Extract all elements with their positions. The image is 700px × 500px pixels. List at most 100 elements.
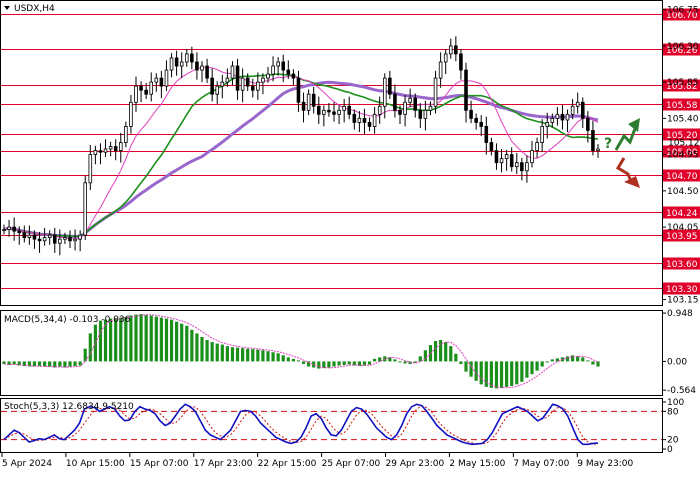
candle-body [134, 85, 138, 103]
candle-body [108, 146, 113, 150]
current-price-label: 105.12 [668, 139, 700, 149]
macd-tick-label: -0.564 [667, 386, 696, 396]
question-mark-icon: ? [604, 136, 612, 152]
macd-bar [296, 360, 301, 362]
stoch-tick-label: 80 [667, 407, 679, 417]
candle-body [489, 142, 494, 151]
level-label: 104.70 [666, 172, 698, 182]
macd-bar [134, 314, 138, 362]
macd-bar [378, 357, 382, 362]
candle-body [352, 113, 357, 123]
macd-bar [510, 361, 514, 386]
macd-bar [367, 361, 372, 365]
macd-bar [246, 348, 250, 362]
candle-body [535, 142, 539, 151]
candle-body [347, 105, 352, 115]
candle-body [367, 121, 372, 127]
macd-bar [225, 346, 229, 362]
macd-bar [215, 343, 219, 362]
candle-body [393, 93, 397, 111]
macd-bar [88, 333, 92, 362]
macd-bar [220, 344, 224, 362]
candle-body [42, 237, 47, 242]
candle-body [195, 61, 199, 71]
chart-title: USDX,H4 [14, 4, 55, 14]
macd-bar [286, 357, 290, 362]
macd-bar [73, 361, 77, 367]
stoch-tick-label: 0 [667, 445, 673, 455]
candle-body [586, 117, 590, 131]
candle-body [555, 113, 560, 119]
candle-body [200, 65, 204, 71]
price-tick-label: 106.30 [667, 42, 699, 52]
macd-bar [43, 361, 47, 367]
macd-bar [266, 351, 270, 362]
macd-bar [63, 361, 67, 368]
macd-bar [332, 361, 336, 367]
candle-body [27, 234, 32, 238]
candle-body [7, 226, 11, 230]
candle-body [245, 77, 250, 87]
candle-body [525, 162, 529, 172]
macd-bar [433, 341, 438, 362]
candle-body [433, 77, 438, 107]
macd-bar [169, 319, 174, 362]
candle-body [403, 101, 407, 115]
macd-bar [479, 361, 483, 385]
macd-bar [144, 315, 148, 362]
candle-body [78, 234, 82, 240]
candle-body [494, 150, 499, 164]
candle-body [2, 229, 6, 231]
macd-bar [347, 361, 351, 365]
candle-body [22, 232, 27, 238]
candle-body [220, 81, 225, 87]
level-label: 105.58 [666, 101, 698, 111]
candle-body [12, 226, 16, 232]
candle-body [149, 81, 154, 95]
macd-bar [93, 324, 97, 362]
macd-bar [68, 361, 72, 367]
candle-body [545, 121, 550, 127]
candle-body [575, 101, 580, 107]
candle-body [448, 45, 453, 55]
macd-bar [499, 361, 504, 388]
candle-body [58, 238, 62, 244]
candle-body [514, 162, 519, 168]
candle-body [499, 158, 504, 164]
macd-bar [373, 358, 377, 362]
macd-tick-label: 0.948 [667, 309, 693, 319]
candle-body [306, 93, 311, 111]
candle-body [509, 154, 514, 168]
level-label: 103.95 [666, 232, 698, 242]
candle-body [428, 105, 433, 111]
candle-body [225, 77, 230, 83]
candle-body [240, 77, 245, 91]
macd-bar [190, 329, 194, 362]
macd-bar [261, 350, 265, 362]
candle-body [271, 65, 275, 75]
candle-body [63, 237, 67, 240]
macd-bar [271, 352, 275, 362]
candle-body [311, 93, 316, 107]
macd-bar [474, 361, 478, 381]
macd-bar [139, 314, 143, 362]
stoch-label: Stoch(5,3,3) 12.6834 9.5210 [4, 402, 134, 412]
candle-body [73, 238, 77, 242]
macd-bar [469, 361, 473, 377]
macd-bar [327, 361, 331, 368]
candle-body [124, 126, 128, 143]
candle-body [530, 150, 534, 164]
candle-body [570, 105, 575, 115]
candle-body [560, 113, 565, 121]
macd-label: MACD(5,34,4) -0.103 -0.036 [4, 315, 131, 325]
candle-body [377, 105, 382, 115]
price-tick-label: 104.95 [667, 151, 699, 161]
candle-body [438, 61, 443, 79]
macd-bar [175, 321, 179, 362]
macd-bar [210, 342, 214, 362]
candle-body [443, 53, 448, 63]
candle-body [469, 109, 473, 119]
time-tick-label: 5 Apr 2024 [2, 459, 52, 469]
macd-bar [291, 358, 295, 362]
candle-body [250, 85, 255, 91]
